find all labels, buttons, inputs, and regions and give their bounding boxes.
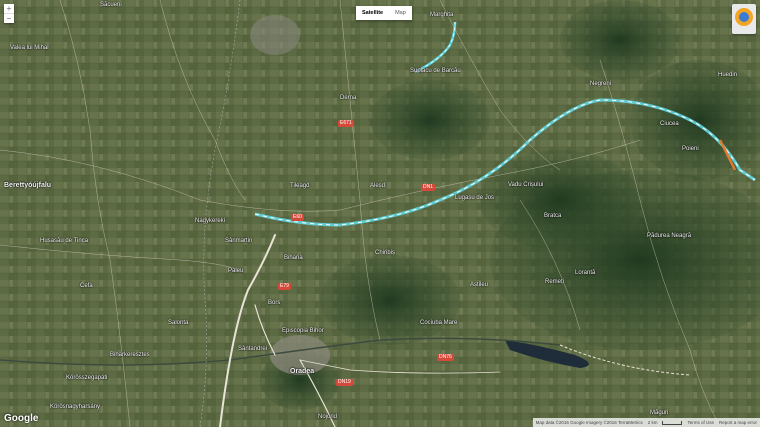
place-label: Vadu Crișului bbox=[508, 182, 544, 188]
attribution-bar: Map data ©2016 Google Imagery ©2016 Terr… bbox=[532, 418, 760, 427]
place-label: Paleu bbox=[228, 268, 244, 274]
place-label: Aleșd bbox=[370, 183, 386, 189]
place-label: Marghita bbox=[430, 12, 454, 18]
place-label: Negreni bbox=[590, 81, 612, 87]
place-label: Remeți bbox=[545, 279, 565, 285]
place-label: Nagykereki bbox=[195, 218, 226, 224]
place-label: Nojorid bbox=[318, 414, 338, 420]
place-label: Tileagd bbox=[290, 183, 310, 189]
road-shield: DN1 bbox=[421, 184, 436, 191]
map-button[interactable]: Map bbox=[389, 6, 412, 20]
zoom-out-button[interactable]: − bbox=[4, 13, 14, 23]
place-label: Huedin bbox=[718, 72, 738, 78]
place-label: Episcopia Bihor bbox=[282, 328, 324, 334]
place-label: Oradea bbox=[290, 368, 315, 375]
google-logo: Google bbox=[4, 413, 39, 424]
map-data-text: Map data ©2016 Google Imagery ©2016 Terr… bbox=[535, 420, 643, 425]
place-label: Lugașu de Jos bbox=[455, 195, 495, 201]
place-label: Cociuba Mare bbox=[420, 320, 458, 326]
road-shield: E79 bbox=[278, 283, 291, 290]
terms-link[interactable]: Terms of Use bbox=[687, 420, 714, 425]
report-link[interactable]: Report a map error bbox=[719, 420, 757, 425]
place-label: Bratca bbox=[544, 213, 562, 219]
road-shield: E60 bbox=[291, 214, 304, 221]
road-shield: E671 bbox=[338, 120, 354, 127]
road-shield: DN76 bbox=[437, 354, 454, 361]
place-label: Derna bbox=[340, 95, 357, 101]
scale-bar bbox=[662, 420, 683, 425]
place-label: Sânmartin bbox=[225, 238, 253, 244]
place-label: Lorantă bbox=[575, 270, 596, 276]
satellite-map[interactable]: Berettyóújfalu Nagykereki Bors Oradea Ep… bbox=[0, 0, 760, 427]
street-view-control[interactable] bbox=[732, 4, 756, 34]
urban-area bbox=[250, 15, 300, 55]
road-shield: DN19 bbox=[336, 379, 353, 386]
place-label: Poieni bbox=[682, 146, 699, 152]
place-label: Husasău de Tinca bbox=[40, 238, 89, 244]
forest-area bbox=[560, 0, 680, 80]
place-label: Valea lui Mihai bbox=[10, 45, 49, 51]
satellite-button[interactable]: Satellite bbox=[356, 6, 389, 20]
place-label: Berettyóújfalu bbox=[4, 182, 52, 189]
satellite-imagery bbox=[0, 0, 760, 427]
pegman-icon bbox=[735, 8, 753, 26]
place-label: Sântandrei bbox=[238, 346, 268, 352]
place-label: Salonta bbox=[168, 320, 189, 326]
place-label: Măguri bbox=[650, 410, 669, 416]
forest-area bbox=[370, 80, 490, 160]
forest-area bbox=[480, 150, 640, 250]
scale-label: 2 km bbox=[647, 420, 658, 425]
zoom-control: + − bbox=[4, 4, 14, 23]
place-label: Pădurea Neagră bbox=[647, 233, 692, 239]
place-label: Chiribiș bbox=[375, 250, 396, 256]
place-label: Körösnagyharsány bbox=[50, 404, 101, 410]
place-label: Cefa bbox=[80, 283, 93, 289]
place-label: Săcueni bbox=[100, 2, 122, 8]
zoom-in-button[interactable]: + bbox=[4, 4, 14, 13]
place-label: Körösszegapáti bbox=[66, 375, 108, 381]
forest-area bbox=[320, 255, 460, 345]
place-label: Suplacu de Barcău bbox=[410, 68, 461, 74]
place-label: Aștileu bbox=[470, 282, 489, 288]
map-type-control: Satellite Map bbox=[356, 6, 412, 20]
place-label: Bors bbox=[268, 300, 281, 306]
place-label: Biharkeresztes bbox=[110, 352, 150, 358]
place-label: Ciucea bbox=[660, 121, 679, 127]
place-label: Biharia bbox=[284, 255, 303, 261]
